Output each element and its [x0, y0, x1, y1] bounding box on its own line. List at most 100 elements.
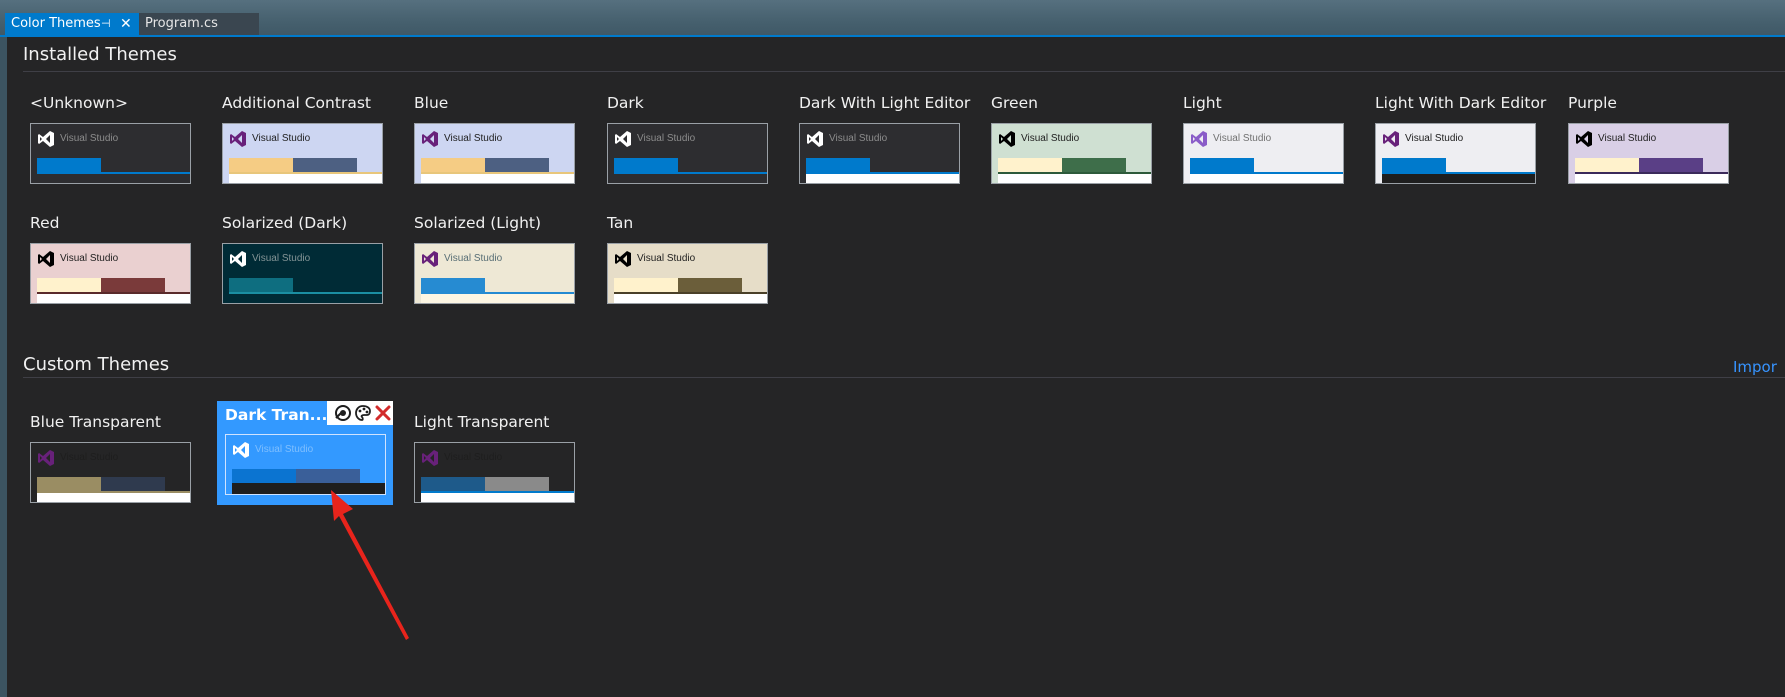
visual-studio-logo-icon — [1383, 131, 1399, 147]
theme-name: Solarized (Dark) — [222, 214, 348, 232]
edit-theme-icon[interactable] — [333, 403, 353, 423]
preview-secondary-bar — [1639, 158, 1703, 173]
theme-tile-solarized-dark[interactable]: Solarized (Dark) Visual Studio — [216, 202, 386, 314]
visual-studio-logo-icon — [233, 442, 249, 458]
preview-accent-bar — [421, 278, 485, 293]
theme-name: Light Transparent — [414, 413, 550, 431]
preview-label: Visual Studio — [637, 133, 696, 144]
preview-secondary-bar — [293, 278, 357, 293]
theme-preview: Visual Studio — [414, 123, 575, 184]
section-divider — [23, 71, 1785, 72]
customize-colors-icon[interactable] — [353, 403, 373, 423]
tab-color-themes[interactable]: Color Themes ⊣ ✕ — [5, 13, 139, 35]
theme-tile-blue-transparent[interactable]: Blue Transparent Visual Studio — [24, 401, 194, 513]
import-theme-link[interactable]: Impor — [1733, 358, 1777, 376]
preview-accent-bar — [37, 477, 101, 492]
theme-tile-solarized-light[interactable]: Solarized (Light) Visual Studio — [408, 202, 578, 314]
theme-preview: Visual Studio — [414, 442, 575, 503]
delete-theme-icon[interactable] — [373, 403, 393, 423]
preview-editor-area — [998, 174, 1151, 183]
theme-preview: Visual Studio — [222, 123, 383, 184]
preview-label: Visual Studio — [252, 253, 311, 264]
custom-themes-title: Custom Themes — [23, 354, 170, 375]
theme-name: Dark With Light Editor — [799, 94, 971, 112]
theme-tile-blue[interactable]: Blue Visual Studio — [408, 82, 578, 194]
preview-accent-bar — [614, 278, 678, 293]
preview-secondary-bar — [101, 278, 165, 293]
preview-secondary-bar — [485, 158, 549, 173]
theme-tile-purple[interactable]: Purple Visual Studio — [1562, 82, 1732, 194]
theme-preview: Visual Studio — [799, 123, 960, 184]
pin-icon[interactable]: ⊣ — [101, 13, 111, 35]
visual-studio-logo-icon — [230, 251, 246, 267]
preview-secondary-bar — [293, 158, 357, 173]
installed-themes-title: Installed Themes — [23, 44, 177, 65]
theme-preview: Visual Studio — [414, 243, 575, 304]
theme-name: Green — [991, 94, 1038, 112]
preview-accent-bar — [614, 158, 678, 173]
close-icon[interactable]: ✕ — [120, 13, 132, 35]
preview-editor-area — [37, 174, 190, 183]
preview-editor-area — [806, 174, 959, 183]
preview-label: Visual Studio — [829, 133, 888, 144]
preview-accent-bar — [421, 477, 485, 492]
preview-secondary-bar — [296, 469, 360, 484]
theme-name: Additional Contrast — [222, 94, 371, 112]
theme-name: Light — [1183, 94, 1222, 112]
preview-accent-bar — [232, 469, 296, 484]
visual-studio-logo-icon — [422, 450, 438, 466]
tab-label: Color Themes — [11, 16, 101, 31]
theme-name: Blue Transparent — [30, 413, 161, 431]
preview-accent-bar — [1382, 158, 1446, 173]
theme-preview: Visual Studio — [1568, 123, 1729, 184]
preview-label: Visual Studio — [1021, 133, 1080, 144]
theme-name: Purple — [1568, 94, 1617, 112]
tab-program-cs[interactable]: Program.cs — [139, 13, 259, 35]
theme-tile-unknown[interactable]: <Unknown> Visual Studio — [24, 82, 194, 194]
visual-studio-logo-icon — [1576, 131, 1592, 147]
theme-preview: Visual Studio — [30, 243, 191, 304]
preview-label: Visual Studio — [252, 133, 311, 144]
preview-label: Visual Studio — [255, 444, 314, 455]
theme-actions — [327, 401, 393, 425]
preview-editor-area — [1382, 174, 1535, 183]
visual-studio-logo-icon — [230, 131, 246, 147]
theme-tile-dark-with-light-editor[interactable]: Dark With Light Editor Visual Studio — [793, 82, 970, 194]
theme-preview: Visual Studio — [991, 123, 1152, 184]
theme-name: Red — [30, 214, 60, 232]
theme-tile-light-with-dark-editor[interactable]: Light With Dark Editor Visual Studio — [1369, 82, 1546, 194]
preview-secondary-bar — [1446, 158, 1510, 173]
preview-accent-bar — [1575, 158, 1639, 173]
theme-name: Tan — [607, 214, 634, 232]
theme-tile-light-transparent[interactable]: Light Transparent Visual Studio — [408, 401, 578, 513]
tab-label: Program.cs — [145, 16, 218, 31]
theme-preview: Visual Studio — [222, 243, 383, 304]
theme-preview: Visual Studio — [30, 442, 191, 503]
theme-tile-light[interactable]: Light Visual Studio — [1177, 82, 1347, 194]
visual-studio-logo-icon — [422, 251, 438, 267]
theme-tile-dark[interactable]: Dark Visual Studio — [601, 82, 771, 194]
preview-accent-bar — [998, 158, 1062, 173]
visual-studio-logo-icon — [1191, 131, 1207, 147]
theme-tile-selected[interactable]: Dark Tran... Visual Studio — [217, 401, 393, 505]
preview-accent-bar — [229, 158, 293, 173]
visual-studio-logo-icon — [38, 131, 54, 147]
theme-name: Dark — [607, 94, 644, 112]
preview-label: Visual Studio — [1213, 133, 1272, 144]
visual-studio-logo-icon — [999, 131, 1015, 147]
theme-gallery: Installed Themes <Unknown> Visual Studio A… — [7, 37, 1785, 697]
theme-tile-tan[interactable]: Tan Visual Studio — [601, 202, 771, 314]
preview-label: Visual Studio — [60, 253, 119, 264]
preview-editor-area — [229, 294, 382, 303]
theme-tile-additional-contrast[interactable]: Additional Contrast Visual Studio — [216, 82, 386, 194]
theme-tile-green[interactable]: Green Visual Studio — [985, 82, 1155, 194]
visual-studio-logo-icon — [615, 131, 631, 147]
theme-tile-red[interactable]: Red Visual Studio — [24, 202, 194, 314]
theme-name: <Unknown> — [30, 94, 128, 112]
preview-editor-area — [37, 294, 190, 303]
preview-label: Visual Studio — [60, 452, 119, 463]
theme-preview: Visual Studio — [1183, 123, 1344, 184]
visual-studio-logo-icon — [807, 131, 823, 147]
theme-preview: Visual Studio — [225, 434, 386, 495]
preview-editor-area — [421, 294, 574, 303]
